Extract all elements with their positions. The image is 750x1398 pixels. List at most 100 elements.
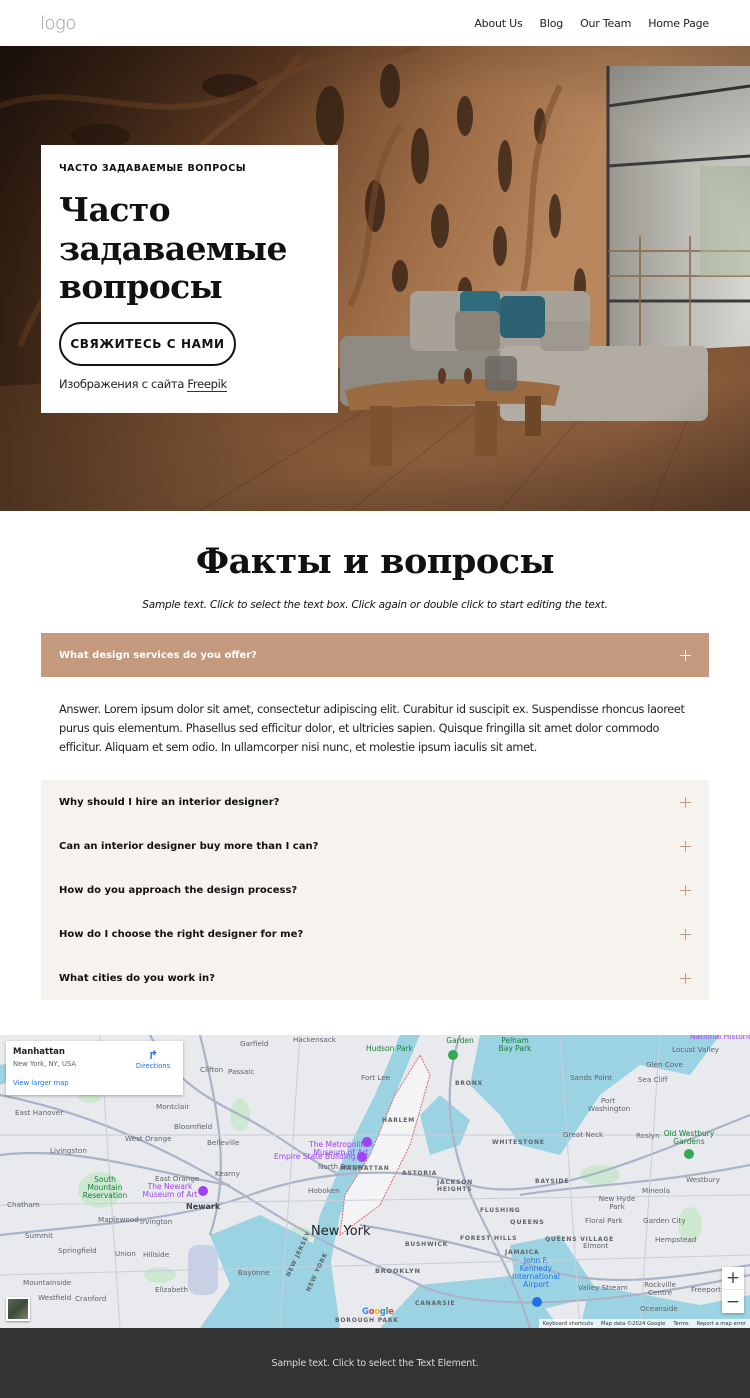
map-data-text: Map data ©2024 Google	[601, 1320, 666, 1327]
footer-text: Sample text. Click to select the Text El…	[271, 1357, 479, 1369]
map-label: Clifton	[200, 1065, 224, 1074]
map-label: BRONX	[455, 1080, 483, 1087]
freepik-link[interactable]: Freepik	[187, 376, 227, 392]
hero-section: ЧАСТО ЗАДАВАЕМЫЕ ВОПРОСЫ Часто задаваемы…	[0, 46, 750, 511]
map-label: BOROUGH PARK	[335, 1317, 399, 1324]
map-label: JACKSON HEIGHTS	[437, 1179, 473, 1193]
faq-question: Can an interior designer buy more than I…	[59, 840, 319, 852]
map-label: Livingston	[50, 1146, 87, 1155]
google-logo: Google	[362, 1307, 394, 1317]
map-label: Rockville Centre	[644, 1280, 676, 1297]
map-label: The Newark Museum of Art	[142, 1182, 198, 1199]
faq-item[interactable]: How do you approach the design process?	[41, 868, 709, 912]
map-label: HARLEM	[382, 1117, 415, 1124]
view-larger-map-link[interactable]: View larger map	[13, 1079, 176, 1087]
map-label: Westbury	[686, 1175, 720, 1184]
faq-question: How do I choose the right designer for m…	[59, 928, 304, 940]
zoom-out-button[interactable]: −	[722, 1290, 744, 1313]
image-credit: Изображения с сайта Freepik	[59, 376, 320, 392]
satellite-toggle[interactable]	[6, 1297, 30, 1321]
hero-title-line: Часто	[59, 190, 171, 229]
map-label: BUSHWICK	[405, 1241, 449, 1248]
logo[interactable]: logo	[40, 13, 76, 34]
map-label: Freeport	[691, 1285, 721, 1294]
main-nav: About Us Blog Our Team Home Page	[474, 17, 709, 30]
faq-question: How do you approach the design process?	[59, 884, 298, 896]
nav-blog[interactable]: Blog	[540, 17, 564, 30]
hero-card: ЧАСТО ЗАДАВАЕМЫЕ ВОПРОСЫ Часто задаваемы…	[41, 145, 338, 413]
map-label: Garfield	[240, 1039, 269, 1048]
faq-answer: Answer. Lorem ipsum dolor sit amet, cons…	[59, 703, 685, 754]
directions-icon: ↱	[147, 1048, 159, 1062]
map-label: CANARSIE	[415, 1300, 456, 1307]
plus-icon	[680, 840, 691, 852]
map-label: Great Neck	[563, 1130, 604, 1139]
directions-button[interactable]: ↱ Directions	[133, 1048, 173, 1070]
map-label: Glen Cove	[646, 1060, 683, 1069]
plus-icon	[680, 928, 691, 940]
map-label: WHITESTONE	[492, 1139, 545, 1146]
terms-link[interactable]: Terms	[673, 1321, 688, 1327]
map-label: Chatham	[7, 1200, 40, 1209]
map-label: Locust Valley	[672, 1045, 720, 1054]
map-label: Hoboken	[308, 1186, 340, 1195]
map-label: Belleville	[207, 1138, 240, 1147]
map-attribution: Keyboard shortcuts Map data ©2024 Google…	[538, 1319, 750, 1328]
keyboard-shortcuts-link[interactable]: Keyboard shortcuts	[543, 1321, 593, 1327]
map-zoom-controls: + −	[722, 1267, 744, 1313]
report-map-error-link[interactable]: Report a map error	[697, 1321, 746, 1327]
map-label: South Mountain Reservation	[82, 1175, 128, 1200]
nav-home-page[interactable]: Home Page	[648, 17, 709, 30]
map-label: QUEENS	[510, 1218, 545, 1226]
site-footer: Sample text. Click to select the Text El…	[0, 1328, 750, 1398]
map-label: Old Westbury Gardens	[663, 1129, 715, 1146]
map-label: Montclair	[156, 1102, 190, 1111]
map-label: Bloomfield	[174, 1122, 213, 1131]
nav-about-us[interactable]: About Us	[474, 17, 522, 30]
map-label: Elizabeth	[155, 1285, 189, 1294]
map-label: Botanical Garden	[443, 1035, 478, 1045]
faq-item[interactable]: Why should I hire an interior designer?	[41, 780, 709, 824]
map-label: Cranford	[75, 1294, 107, 1303]
map-label: John F. Kennedy International Airport	[512, 1256, 560, 1289]
map-label-new-york: New York	[311, 1224, 371, 1239]
map-label: Union	[115, 1249, 136, 1258]
map-label: Port Washington	[588, 1096, 631, 1113]
map-label: Hempstead	[655, 1235, 697, 1244]
map-label: Passaic	[228, 1067, 255, 1076]
hero-title-line: вопросы	[59, 267, 223, 306]
hero-title: Часто задаваемые вопросы	[59, 190, 320, 307]
nav-our-team[interactable]: Our Team	[580, 17, 631, 30]
map-label: Pelham Bay Park	[498, 1036, 532, 1053]
map-embed[interactable]: New York MANHATTAN BROOKLYN QUEENS BRONX…	[0, 1035, 750, 1328]
map-label: New Hyde Park	[598, 1194, 636, 1211]
map-label: Bayonne	[238, 1268, 270, 1277]
map-label: Mineola	[642, 1186, 670, 1195]
faq-item[interactable]: What cities do you work in?	[41, 956, 709, 1000]
map-label: East Hanover	[15, 1108, 64, 1117]
faq-subtitle: Sample text. Click to select the text bo…	[142, 599, 608, 611]
map-info-card: Manhattan New York, NY, USA View larger …	[6, 1041, 183, 1095]
faq-title: Факты и вопросы	[195, 541, 555, 582]
faq-question: What design services do you offer?	[59, 649, 257, 661]
directions-label: Directions	[135, 1062, 171, 1070]
contact-us-button[interactable]: СВЯЖИТЕСЬ С НАМИ	[59, 321, 236, 366]
plus-icon	[680, 884, 691, 896]
faq-item[interactable]: How do I choose the right designer for m…	[41, 912, 709, 956]
map-label: North Bergen	[318, 1162, 367, 1171]
map-label: Roslyn	[636, 1131, 660, 1140]
faq-list: Why should I hire an interior designer? …	[41, 780, 709, 1000]
faq-item[interactable]: Can an interior designer buy more than I…	[41, 824, 709, 868]
map-label: Elmont	[583, 1241, 609, 1250]
map-label: Mountainside	[23, 1278, 72, 1287]
map-label: Summit	[25, 1231, 53, 1240]
zoom-in-button[interactable]: +	[722, 1267, 744, 1290]
map-label: West Orange	[125, 1134, 172, 1143]
faq-question: What cities do you work in?	[59, 972, 215, 984]
map-label: National Historic	[690, 1035, 750, 1041]
map-label: Sands Point	[570, 1073, 612, 1082]
map-label: ASTORIA	[402, 1170, 438, 1177]
map-label: BAYSIDE	[535, 1178, 570, 1185]
faq-item-active[interactable]: What design services do you offer?	[41, 633, 709, 677]
map-label: Fort Lee	[361, 1073, 391, 1082]
